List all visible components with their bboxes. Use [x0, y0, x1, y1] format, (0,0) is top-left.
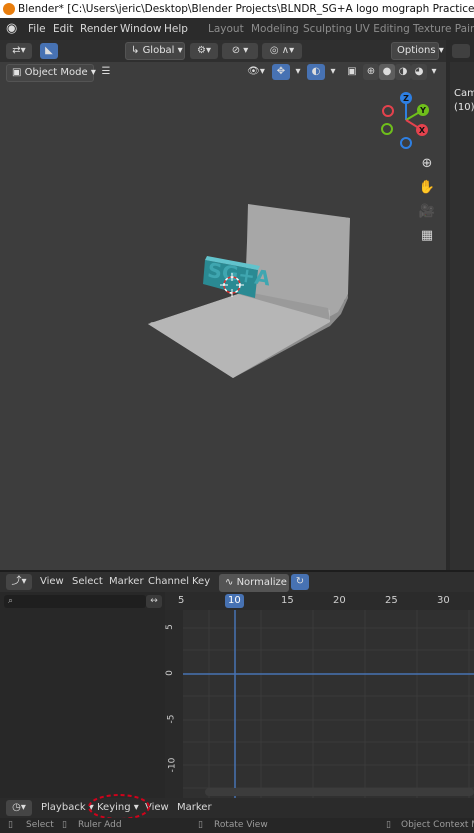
filter-swap-icon[interactable]: ↔ [146, 595, 162, 608]
viewport-header: ▣ Object Mode ▾ ☰ 👁▾ ✥ ▾ ◐ ▾ ▣ ⊕ ● ◑ ◕ ▾ [0, 62, 446, 82]
proportional-editing-icon[interactable]: ◎ ∧▾ [262, 43, 302, 59]
graph-menu-key[interactable]: Key [192, 572, 210, 592]
normalize-label: Normalize [236, 577, 287, 588]
graph-menu-marker[interactable]: Marker [109, 572, 144, 592]
timeline-header: ◷▾ Playback ▾ Keying ▾ View Marker [0, 794, 474, 820]
normalize-toggle[interactable]: ∿ Normalize [219, 574, 289, 592]
overlays-dropdown-icon[interactable]: ▾ [327, 64, 339, 80]
gizmo-z-label: Z [403, 94, 409, 103]
options-label: Options [397, 45, 436, 56]
value-tick-neg5: -5 [166, 714, 177, 724]
workspace-tab-uv-editing[interactable]: UV Editing [355, 18, 410, 40]
status-select: Select [26, 820, 54, 830]
mode-label: Object Mode [24, 67, 88, 78]
menu-help[interactable]: Help [164, 18, 188, 40]
gizmo-dropdown-icon[interactable]: ▾ [292, 64, 304, 80]
solid-shading-icon[interactable]: ● [379, 64, 395, 80]
navigation-gizmo[interactable]: Z Y X [376, 90, 446, 160]
gizmo-neg-y[interactable] [381, 123, 393, 135]
graph-editor-type-icon[interactable]: ⤴▾ [6, 574, 32, 590]
visibility-icon[interactable]: 👁▾ [243, 64, 269, 80]
status-ruler-add: Ruler Add [78, 820, 122, 830]
frame-tick-15: 15 [281, 595, 294, 606]
material-shading-icon[interactable]: ◑ [395, 64, 411, 80]
camera-label: Cam [454, 88, 474, 99]
snap-icon[interactable]: ⊘ ▾ [222, 43, 258, 59]
blender-logo-icon [3, 3, 15, 15]
current-frame-indicator[interactable]: 10 [225, 594, 244, 608]
frame-label: (10) [454, 102, 474, 113]
camera-view-panel: Cam (10) [450, 62, 474, 570]
value-tick-0: 0 [165, 670, 175, 676]
workspace-tab-layout[interactable]: Layout [208, 18, 244, 40]
value-tick-5: 5 [165, 624, 175, 630]
workspace-tab-sculpting[interactable]: Sculpting [303, 18, 352, 40]
hamburger-menu-icon[interactable]: ☰ [97, 64, 115, 80]
xray-toggle-icon[interactable]: ▣ [343, 64, 361, 80]
gizmo-neg-x[interactable] [382, 105, 394, 117]
auto-normalize-icon[interactable]: ↻ [291, 574, 309, 590]
active-tool-icon[interactable]: ◣ [40, 43, 58, 59]
mouse-drag-icon: ▯ [62, 820, 67, 830]
shading-dropdown-icon[interactable]: ▾ [427, 64, 441, 80]
status-bar: ▯ Select ▯ Ruler Add ▯ Rotate View ▯ Obj… [0, 818, 474, 833]
frame-tick-30: 30 [437, 595, 450, 606]
graph-menu-channel[interactable]: Channel [148, 572, 189, 592]
value-tick-neg10: -10 [167, 757, 178, 773]
editor-type-icon[interactable]: ⇄▾ [6, 43, 32, 59]
zoom-icon[interactable]: ⊕ [417, 154, 437, 174]
frame-tick-5: 5 [178, 595, 185, 606]
graph-menu-view[interactable]: View [40, 572, 64, 592]
timeline-editor-type-icon[interactable]: ◷▾ [6, 800, 32, 816]
transform-orientation-label: Global [142, 45, 175, 56]
camera-view-icon[interactable]: 🎥 [417, 202, 437, 222]
window-title: Blender* [C:\Users\jeric\Desktop\Blender… [18, 3, 474, 15]
mode-dropdown[interactable]: ▣ Object Mode ▾ [6, 64, 96, 82]
menu-window[interactable]: Window [120, 18, 161, 40]
menu-edit[interactable]: Edit [53, 18, 73, 40]
mouse-right-icon: ▯ [386, 820, 391, 830]
hand-pan-icon[interactable]: ✋ [417, 178, 437, 198]
menu-render[interactable]: Render [80, 18, 117, 40]
frame-tick-20: 20 [333, 595, 346, 606]
channel-region[interactable]: ⌕ ↔ [0, 592, 165, 798]
workspace-tab-texture-paint[interactable]: Texture Paint [413, 18, 474, 40]
gizmo-toggle-icon[interactable]: ✥ [272, 64, 290, 80]
options-dropdown[interactable]: Options ▾ [391, 42, 444, 60]
transform-orientation-dropdown[interactable]: ↳ Global ▾ [125, 42, 185, 60]
wireframe-shading-icon[interactable]: ⊕ [363, 64, 379, 80]
search-icon: ⌕ [8, 596, 14, 606]
viewport-tool-header: ⇄▾ ◣ ↳ Global ▾ ⚙▾ ⊘ ▾ ◎ ∧▾ Options ▾ [0, 40, 446, 62]
graph-menu-select[interactable]: Select [72, 572, 103, 592]
3d-viewport[interactable]: SG+A Z Y X ⊕ ✋ 🎥 ▦ [0, 82, 446, 570]
graph-grid [165, 610, 474, 798]
frame-tick-25: 25 [385, 595, 398, 606]
status-rotate-view: Rotate View [214, 820, 268, 830]
channel-search-input[interactable]: ⌕ [4, 595, 146, 608]
blender-menu-icon[interactable]: ◉ [6, 18, 17, 40]
mouse-left-icon: ▯ [8, 820, 13, 830]
status-context-menu: Object Context Me [401, 820, 474, 830]
top-menu-bar: ◉ File Edit Render Window Help Layout Mo… [0, 18, 474, 40]
rendered-shading-icon[interactable]: ◕ [411, 64, 427, 80]
frame-ruler[interactable]: 5 10 15 20 25 30 [165, 592, 474, 610]
graph-editor-header: ⤴▾ View Select Marker Channel Key ∿ Norm… [0, 572, 474, 592]
graph-area[interactable]: 5 0 -5 -10 [165, 610, 474, 798]
right-editor-type-icon[interactable] [452, 44, 470, 58]
timeline-menu-marker[interactable]: Marker [177, 798, 212, 818]
pivot-point-icon[interactable]: ⚙▾ [190, 43, 218, 59]
gizmo-x-label: X [419, 126, 426, 135]
overlays-toggle-icon[interactable]: ◐ [307, 64, 325, 80]
menu-file[interactable]: File [28, 18, 46, 40]
gizmo-neg-z[interactable] [400, 137, 412, 149]
grid-ortho-icon[interactable]: ▦ [417, 226, 437, 246]
gizmo-y-label: Y [419, 106, 426, 115]
playback-label: Playback [41, 802, 86, 813]
graph-scrollbar [205, 788, 474, 796]
workspace-tab-modeling[interactable]: Modeling [251, 18, 299, 40]
mouse-middle-icon: ▯ [198, 820, 203, 830]
window-title-bar: Blender* [C:\Users\jeric\Desktop\Blender… [0, 0, 474, 18]
